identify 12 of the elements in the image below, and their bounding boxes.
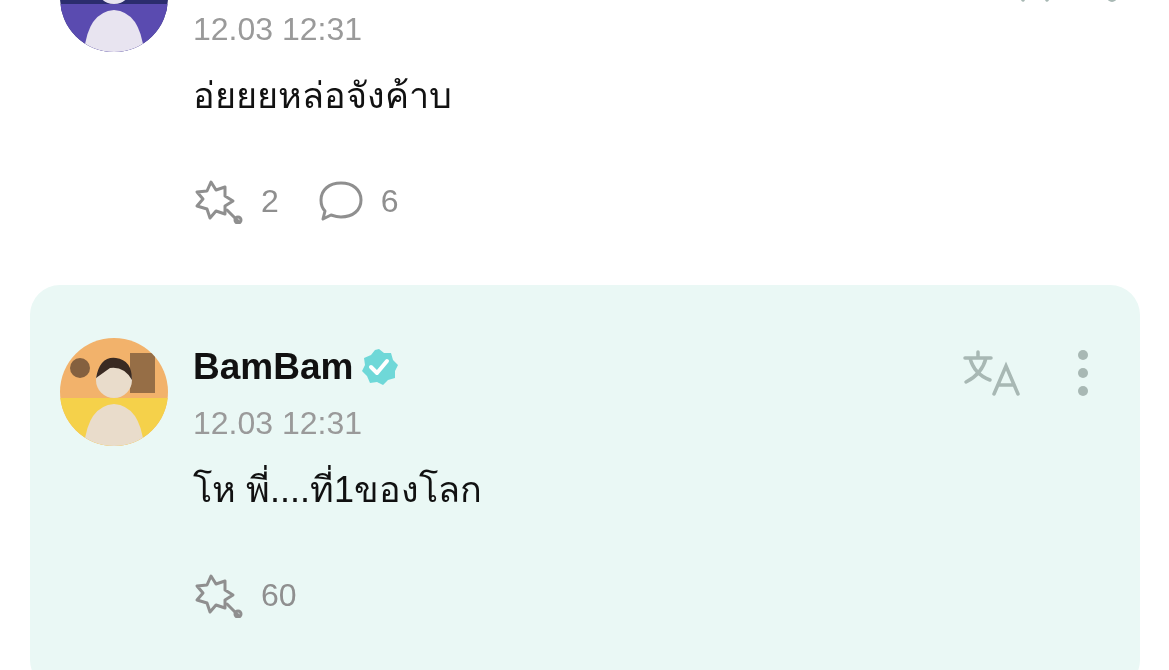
timestamp: 12.03 12:31 <box>193 404 364 443</box>
comment-count: 6 <box>380 182 399 220</box>
translate-icon[interactable] <box>962 350 1022 396</box>
cheer-icon[interactable] <box>193 572 245 618</box>
more-icon[interactable] <box>1078 350 1088 396</box>
cheer-icon[interactable] <box>193 178 245 224</box>
comment-text: อ่ยยยหล่อจังค้าบ <box>193 74 453 118</box>
author-name[interactable]: BamBam <box>193 346 354 388</box>
cheer-count: 60 <box>261 576 297 614</box>
cheer-count: 2 <box>261 182 279 220</box>
timestamp: 12.03 12:31 <box>193 10 364 49</box>
comment-text: โห พี่....ที่1ของโลก <box>193 450 1140 530</box>
